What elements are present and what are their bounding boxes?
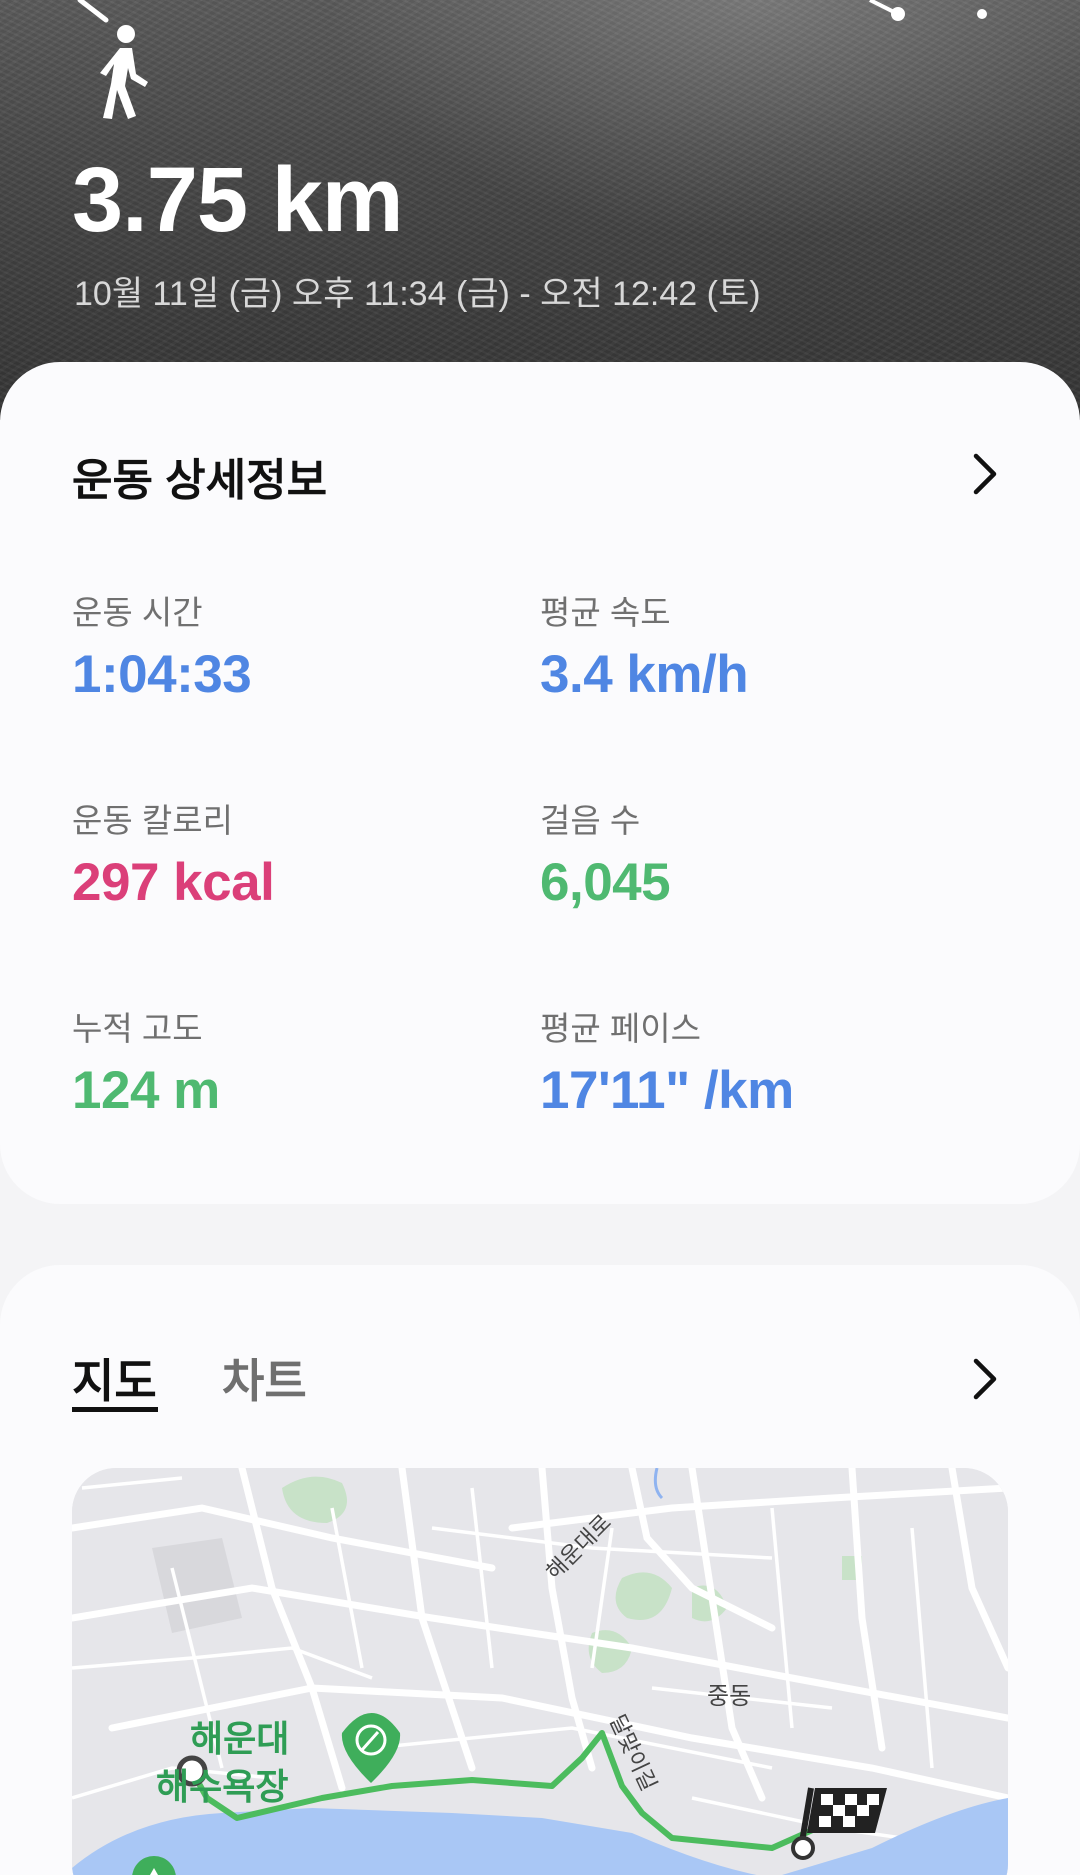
- stat-steps: 걸음 수 6,045: [540, 794, 980, 913]
- details-title: 운동 상세정보: [72, 456, 328, 505]
- stat-avg-speed: 평균 속도 3.4 km/h: [540, 586, 980, 705]
- poi-label: 해수욕장: [156, 1766, 289, 1807]
- active-tab-indicator: [72, 1407, 158, 1412]
- workout-datetime: 10월 11일 (금) 오후 11:34 (금) - 오전 12:42 (토): [74, 275, 761, 313]
- stat-value: 124 m: [72, 1061, 220, 1120]
- stat-value: 1:04:33: [72, 645, 252, 704]
- district-label: 중동: [707, 1683, 752, 1710]
- stat-label: 걸음 수: [540, 802, 641, 839]
- chevron-right-icon[interactable]: [966, 450, 1006, 498]
- stat-value: 3.4 km/h: [540, 645, 749, 704]
- stat-duration: 운동 시간 1:04:33: [72, 586, 512, 705]
- stat-label: 평균 속도: [540, 594, 671, 631]
- share-icon[interactable]: [850, 0, 910, 40]
- stat-value: 6,045: [540, 853, 671, 912]
- stat-avg-pace: 평균 페이스 17'11" /km: [540, 1002, 980, 1121]
- total-distance: 3.75 km: [72, 149, 404, 251]
- stat-label: 운동 칼로리: [72, 802, 233, 839]
- stat-elevation: 누적 고도 124 m: [72, 1002, 512, 1121]
- route-map[interactable]: 해운대로 달맞이길 중동 해운대 해수욕장: [72, 1468, 1008, 1875]
- stat-value: 297 kcal: [72, 853, 275, 912]
- stat-label: 운동 시간: [72, 594, 203, 631]
- poi-label: 해운대: [190, 1718, 290, 1759]
- tab-map[interactable]: 지도: [72, 1345, 157, 1411]
- more-options-icon[interactable]: [960, 0, 1000, 40]
- workout-details-card: 운동 상세정보 운동 시간 1:04:33 평균 속도 3.4 km/h 운동 …: [0, 362, 1080, 1204]
- stat-value: 17'11" /km: [540, 1061, 794, 1120]
- stat-label: 평균 페이스: [540, 1010, 701, 1047]
- walking-person-icon: [100, 25, 148, 119]
- stat-calories: 운동 칼로리 297 kcal: [72, 794, 512, 913]
- chevron-right-icon[interactable]: [966, 1355, 1006, 1403]
- tab-chart[interactable]: 차트: [222, 1345, 307, 1411]
- stat-label: 누적 고도: [72, 1010, 203, 1047]
